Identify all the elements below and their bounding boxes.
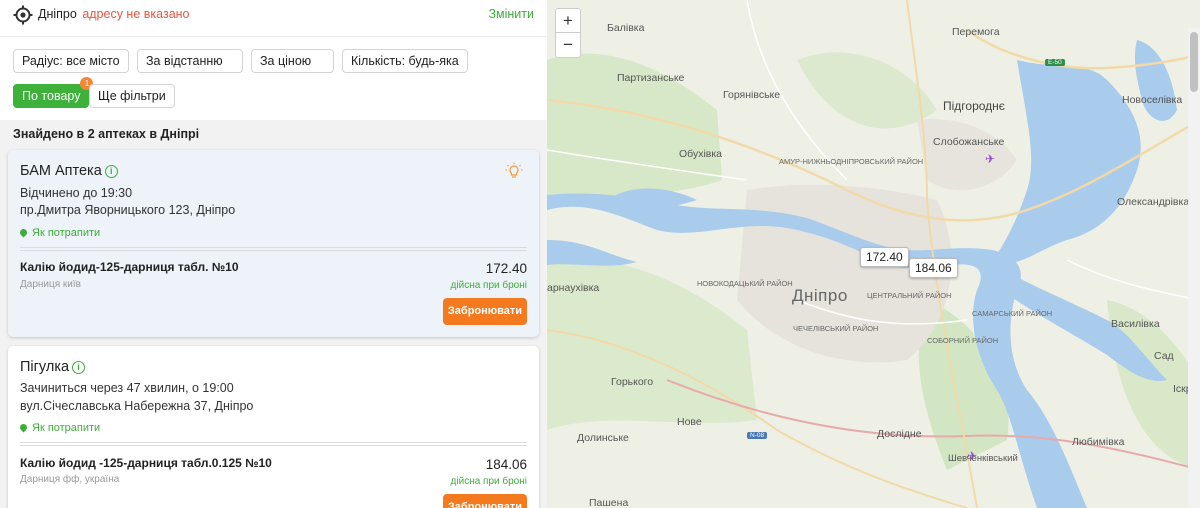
- map-label-sobornyi-district: СОБОРНИЙ РАЙОН: [927, 336, 999, 345]
- price-note: дійсна при броні: [450, 476, 527, 487]
- app-root: Дніпро адресу не вказано Змінити Радіус:…: [0, 0, 1200, 508]
- pharmacy-address: вул.Січеславська Набережна 37, Дніпро: [20, 399, 254, 413]
- map-label-nove: Нове: [677, 416, 702, 428]
- map-label-dnipro: Дніпро: [792, 286, 848, 305]
- sort-by-distance-button[interactable]: За відстанню: [137, 49, 243, 73]
- pharmacy-address: пр.Дмитра Яворницького 123, Дніпро: [20, 203, 236, 217]
- directions-label: Як потрапити: [32, 227, 101, 239]
- map-scrollbar-thumb[interactable]: [1190, 32, 1198, 92]
- map-label-horianivske: Горянівське: [723, 89, 781, 101]
- divider: [20, 445, 527, 446]
- map-label-vasylivka: Василівка: [1111, 318, 1160, 330]
- map-pin-icon: [18, 227, 29, 238]
- pharmacy-card[interactable]: БАМ Аптека i Відчинено до 19:30 пр.Дмитра…: [8, 150, 539, 337]
- results-summary: Знайдено в 2 аптеках в Дніпрі: [13, 127, 200, 141]
- lightbulb-icon[interactable]: [505, 162, 523, 180]
- info-icon[interactable]: i: [72, 361, 86, 374]
- road-e50-badge: E-50: [1045, 59, 1065, 66]
- map-label-partyzanske: Партизанське: [617, 72, 685, 84]
- airport-icon: ✈: [985, 152, 996, 166]
- directions-label: Як потрапити: [32, 422, 101, 434]
- city-address: Дніпро адресу не вказано: [38, 7, 190, 21]
- reserve-button[interactable]: Забронювати: [443, 298, 527, 325]
- city-name: Дніпро: [38, 7, 77, 21]
- info-icon[interactable]: i: [104, 165, 118, 178]
- map-scrollbar[interactable]: [1188, 28, 1200, 508]
- map-label-balivka: Балівка: [607, 22, 645, 34]
- divider: [0, 36, 547, 37]
- more-filters-button[interactable]: Ще фільтри: [89, 84, 175, 108]
- map-label-chechelivskyi-district: ЧЕЧЕЛІВСЬКИЙ РАЙОН: [793, 324, 879, 333]
- map-label-amur-district: АМУР-НИЖНЬОДНІПРОВСЬКИЙ РАЙОН: [779, 157, 924, 166]
- product-price: 184.06: [485, 457, 527, 472]
- product-name[interactable]: Калію йодид -125-дарниця табл.0.125 №10: [20, 456, 272, 470]
- map-label-horkoho: Горького: [611, 376, 654, 388]
- filter-quantity-button[interactable]: Кількість: будь-яка: [342, 49, 468, 73]
- pharmacy-name: Пігулка: [20, 359, 70, 375]
- pharmacy-name-row: Пігулка i: [20, 359, 86, 375]
- sort-by-price-button[interactable]: За ціною: [251, 49, 334, 73]
- product-name[interactable]: Калію йодид-125-дарниця табл. №10: [20, 260, 239, 274]
- filter-by-product-button[interactable]: По товару 1: [13, 77, 94, 108]
- map-pin-icon: [18, 422, 29, 433]
- product-manufacturer: Дарниця фф, україна: [20, 474, 120, 485]
- product-manufacturer: Дарниця київ: [20, 279, 81, 290]
- zoom-out-button[interactable]: −: [556, 33, 580, 57]
- map-label-samarskyi-district: САМАРСЬКИЙ РАЙОН: [972, 309, 1053, 318]
- pharmacy-list-panel: Дніпро адресу не вказано Змінити Радіус:…: [0, 0, 547, 508]
- divider: [20, 250, 527, 251]
- price-note: дійсна при броні: [450, 280, 527, 291]
- address-status: адресу не вказано: [82, 7, 190, 21]
- pharmacy-name-row: БАМ Аптека i: [20, 163, 118, 179]
- map-label-novokodatskyi-district: НОВОКОДАЦЬКИЙ РАЙОН: [697, 279, 793, 288]
- road-n08-badge: N-08: [747, 432, 768, 439]
- map-label-novoselivka: Новоселівка: [1122, 94, 1183, 106]
- pharmacy-hours: Зачиниться через 47 хвилин, о 19:00: [20, 381, 234, 395]
- zoom-in-button[interactable]: +: [556, 9, 580, 33]
- directions-link[interactable]: Як потрапити: [18, 422, 101, 434]
- map-label-oleksandrivka: Олександрівка: [1117, 196, 1190, 208]
- directions-link[interactable]: Як потрапити: [18, 227, 101, 239]
- product-price: 172.40: [485, 261, 527, 276]
- map-label-slobozhanske: Слобожанське: [933, 136, 1005, 148]
- pharmacy-card[interactable]: Пігулка i Зачиниться через 47 хвилин, о 1…: [8, 346, 539, 508]
- map-label-tsentralnyi-district: ЦЕНТРАЛЬНИЙ РАЙОН: [867, 291, 952, 300]
- map-label-peremoha: Перемога: [952, 26, 1000, 38]
- map-label-doslidne: Дослідне: [877, 428, 922, 440]
- map-label-karnaukhivka: арнаухівка: [547, 282, 600, 294]
- change-address-link[interactable]: Змінити: [488, 7, 534, 21]
- pharmacy-hours: Відчинено до 19:30: [20, 186, 133, 200]
- map-label-shevchenkivskyi: Шевченківський: [948, 453, 1018, 464]
- map-price-marker[interactable]: 172.40: [860, 247, 909, 267]
- pharmacy-name: БАМ Аптека: [20, 163, 102, 179]
- zoom-controls: + −: [555, 8, 581, 58]
- map-label-dolynske: Долинське: [577, 432, 629, 444]
- map-label-pidhorodne: Підгороднє: [943, 99, 1005, 113]
- divider: [20, 442, 527, 443]
- airport-icon: ✈: [967, 449, 978, 463]
- map-price-marker[interactable]: 184.06: [909, 258, 958, 278]
- map-label-sad: Сад: [1154, 350, 1174, 362]
- map-view[interactable]: + − Балівка Перемога Партизанське Горяні…: [547, 0, 1200, 508]
- location-bar: Дніпро адресу не вказано Змінити: [0, 0, 547, 32]
- map-label-pashena: Пашена: [589, 497, 629, 508]
- filter-radius-button[interactable]: Радіус: все місто: [13, 49, 129, 73]
- location-target-icon[interactable]: [13, 5, 33, 25]
- filter-by-product-label: По товару: [22, 89, 81, 103]
- map-label-liubymivka: Любимівка: [1072, 436, 1125, 448]
- divider: [20, 247, 527, 248]
- map-label-obukhivka: Обухівка: [679, 148, 723, 160]
- reserve-button[interactable]: Забронювати: [443, 494, 527, 508]
